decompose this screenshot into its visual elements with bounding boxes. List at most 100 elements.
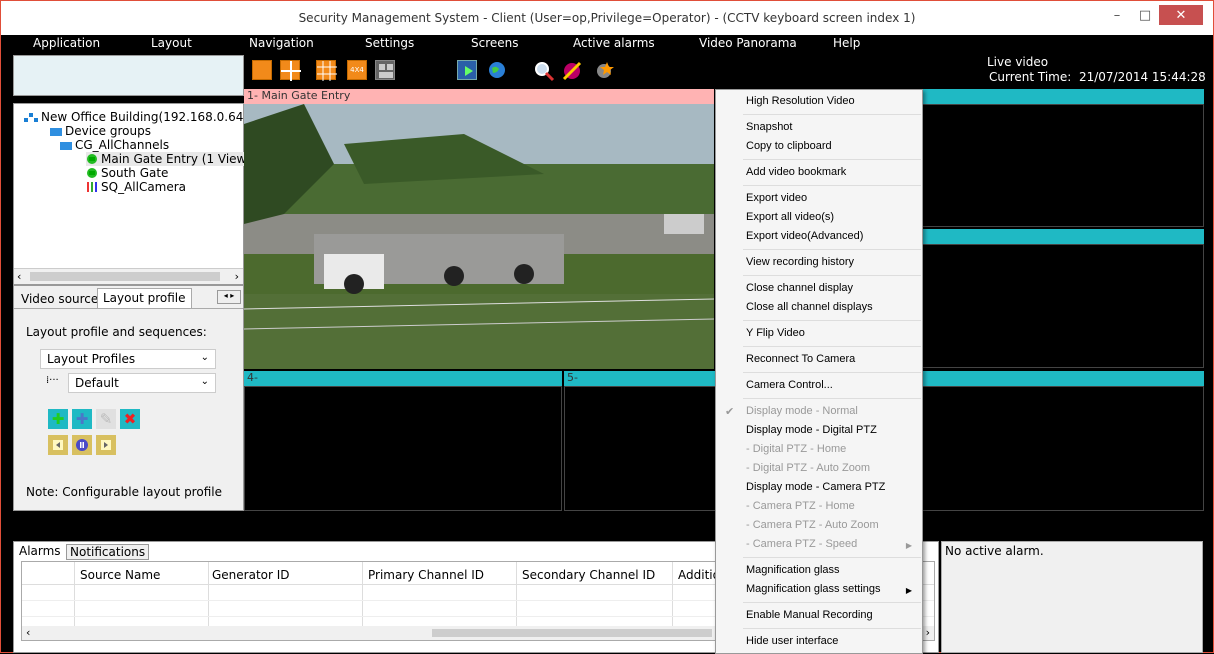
next-icon[interactable]	[96, 435, 116, 455]
col-primary-channel-id[interactable]: Primary Channel ID	[368, 568, 484, 582]
tree-root-label: New Office Building(192.168.0.64)	[41, 110, 249, 124]
scroll-right-icon[interactable]: ›	[235, 270, 239, 283]
menu-item-view-recording-history[interactable]: View recording history	[746, 256, 854, 268]
layout-1x1-icon[interactable]	[252, 60, 272, 80]
video-pane-3[interactable]	[922, 244, 1204, 368]
menu-item-display-mode-normal[interactable]: Display mode - Normal	[746, 405, 858, 417]
menu-item-reconnect-to-camera[interactable]: Reconnect To Camera	[746, 353, 855, 365]
menu-item-camera-ptz-auto-zoom[interactable]: - Camera PTZ - Auto Zoom	[746, 519, 879, 531]
layout-profiles-select[interactable]: Layout Profiles ⌄	[40, 349, 216, 369]
layout-custom-icon[interactable]	[375, 60, 395, 80]
menu-application[interactable]: Application	[33, 36, 100, 50]
settings-star-icon[interactable]	[593, 60, 614, 80]
col-additional[interactable]: Additio	[678, 568, 720, 582]
menu-item-copy-to-clipboard[interactable]: Copy to clipboard	[746, 140, 832, 152]
menu-item-digital-ptz-home[interactable]: - Digital PTZ - Home	[746, 443, 846, 455]
menu-video-panorama[interactable]: Video Panorama	[699, 36, 797, 50]
menu-item-y-flip-video[interactable]: Y Flip Video	[746, 327, 805, 339]
pane4-header[interactable]: 4-	[244, 371, 562, 386]
pause-icon[interactable]	[72, 435, 92, 455]
menu-item-magnification-glass-settings[interactable]: Magnification glass settings	[746, 583, 881, 595]
menu-item-close-channel-display[interactable]: Close channel display	[746, 282, 853, 294]
tree-horizontal-scrollbar[interactable]: ‹ ›	[14, 268, 243, 284]
menu-help[interactable]: Help	[833, 36, 860, 50]
tools-icon[interactable]	[561, 60, 582, 81]
camera-icon	[87, 168, 97, 178]
alarm-status-panel: No active alarm.	[941, 541, 1203, 653]
close-button[interactable]: ✕	[1159, 5, 1203, 25]
no-alarm-text: No active alarm.	[945, 544, 1044, 558]
menu-item-high-resolution-video[interactable]: High Resolution Video	[746, 95, 855, 107]
tab-video-source[interactable]: Video source	[16, 290, 104, 310]
pane4-title: 4-	[247, 371, 258, 384]
menu-screens[interactable]: Screens	[471, 36, 519, 50]
col-secondary-channel-id[interactable]: Secondary Channel ID	[522, 568, 655, 582]
tab-notifications[interactable]: Notifications	[66, 544, 150, 560]
menu-separator	[743, 557, 921, 558]
minimize-button[interactable]: –	[1103, 5, 1131, 25]
menu-item-snapshot[interactable]: Snapshot	[746, 121, 792, 133]
pane2-header[interactable]	[922, 89, 1204, 104]
left-tabs-panel: Video source Layout profile ◂ ▸ Layout p…	[13, 285, 244, 511]
edit-icon[interactable]: ✎	[96, 409, 116, 429]
col-generator-id[interactable]: Generator ID	[212, 568, 290, 582]
pane1-header[interactable]: 1- Main Gate Entry	[244, 89, 714, 104]
video-pane-2[interactable]	[922, 104, 1204, 227]
previous-icon[interactable]	[48, 435, 68, 455]
tab-alarms[interactable]: Alarms	[16, 544, 64, 560]
menu-item-add-video-bookmark[interactable]: Add video bookmark	[746, 166, 846, 178]
scroll-thumb[interactable]	[30, 272, 220, 281]
tree-device-groups[interactable]: Device groups	[50, 124, 151, 138]
app-window: Security Management System - Client (Use…	[0, 0, 1214, 654]
menu-item-close-all-channel-displays[interactable]: Close all channel displays	[746, 301, 873, 313]
tab-layout-profile[interactable]: Layout profile	[97, 288, 192, 308]
tree-channel-group[interactable]: CG_AllChannels	[60, 138, 169, 152]
menu-layout[interactable]: Layout	[151, 36, 192, 50]
add-profile-icon[interactable]: ✚	[48, 409, 68, 429]
globe-icon[interactable]	[487, 60, 507, 80]
layout-4x4-icon[interactable]: 4X4	[347, 60, 367, 80]
pane3-header[interactable]	[922, 229, 1204, 244]
scroll-thumb[interactable]	[432, 629, 712, 637]
tree-item-south-gate[interactable]: South Gate	[86, 166, 168, 180]
tree-item-sq-allcamera[interactable]: SQ_AllCamera	[86, 180, 186, 194]
network-icon	[24, 113, 38, 122]
title-bar: Security Management System - Client (Use…	[1, 1, 1213, 35]
tab-scroll-arrows[interactable]: ◂ ▸	[217, 290, 241, 304]
menu-item-camera-ptz-home[interactable]: - Camera PTZ - Home	[746, 500, 855, 512]
default-profile-select[interactable]: Default ⌄	[68, 373, 216, 393]
menu-settings[interactable]: Settings	[365, 36, 414, 50]
playback-icon[interactable]	[457, 60, 477, 80]
chevron-down-icon: ⌄	[200, 352, 209, 363]
menu-item-camera-ptz-speed[interactable]: - Camera PTZ - Speed	[746, 538, 857, 550]
menu-item-enable-manual-recording[interactable]: Enable Manual Recording	[746, 609, 873, 621]
add-sequence-icon[interactable]: ✚	[72, 409, 92, 429]
menu-item-display-mode-digital-ptz[interactable]: Display mode - Digital PTZ	[746, 424, 877, 436]
menu-item-digital-ptz-auto-zoom[interactable]: - Digital PTZ - Auto Zoom	[746, 462, 870, 474]
layout-3x3-icon[interactable]	[316, 60, 337, 81]
scroll-right-icon[interactable]: ›	[926, 626, 930, 639]
menu-separator	[743, 320, 921, 321]
layout-2x2-icon[interactable]	[280, 60, 301, 81]
menu-separator	[743, 602, 921, 603]
menu-item-export-video[interactable]: Export video	[746, 192, 807, 204]
maximize-button[interactable]: □	[1131, 5, 1159, 25]
device-tree: New Office Building(192.168.0.64) Device…	[13, 103, 254, 285]
menu-item-export-video-advanced[interactable]: Export video(Advanced)	[746, 230, 863, 242]
scroll-left-icon[interactable]: ‹	[17, 270, 21, 283]
tree-root[interactable]: New Office Building(192.168.0.64)	[24, 110, 248, 124]
video-pane-4[interactable]	[244, 386, 562, 511]
menu-item-export-all-videos[interactable]: Export all video(s)	[746, 211, 834, 223]
tree-item-main-gate[interactable]: Main Gate Entry (1 View)	[86, 152, 254, 166]
video-pane-1[interactable]	[243, 104, 715, 369]
menu-item-hide-user-interface[interactable]: Hide user interface	[746, 635, 838, 647]
delete-icon[interactable]: ✖	[120, 409, 140, 429]
col-source-name[interactable]: Source Name	[80, 568, 160, 582]
menu-item-display-mode-camera-ptz[interactable]: Display mode - Camera PTZ	[746, 481, 885, 493]
menu-item-camera-control[interactable]: Camera Control...	[746, 379, 833, 391]
scroll-left-icon[interactable]: ‹	[26, 626, 30, 639]
search-icon[interactable]	[533, 60, 555, 82]
menu-active-alarms[interactable]: Active alarms	[573, 36, 655, 50]
menu-navigation[interactable]: Navigation	[249, 36, 314, 50]
menu-item-magnification-glass[interactable]: Magnification glass	[746, 564, 840, 576]
